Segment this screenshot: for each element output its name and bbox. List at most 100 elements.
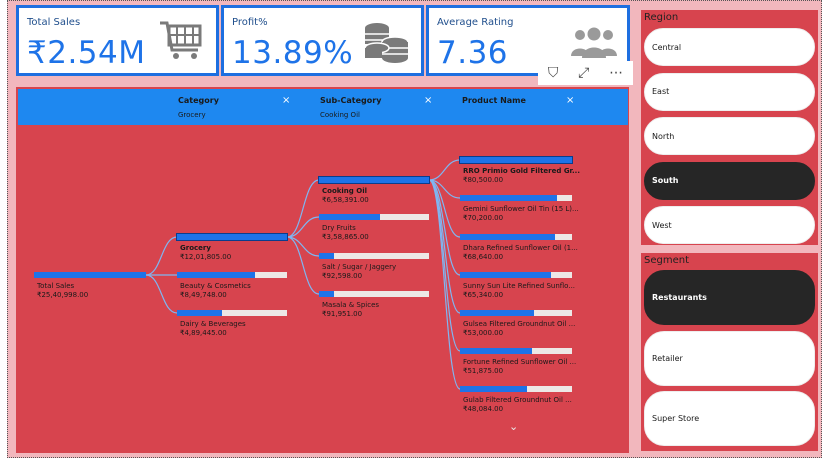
tree-node[interactable]: Salt / Sugar / Jaggery ₹92,598.00 xyxy=(319,253,429,281)
node-bar-fill xyxy=(177,272,255,278)
node-value: ₹68,640.00 xyxy=(463,253,504,261)
tree-node[interactable]: RRO Primio Gold Filtered Gr... ₹80,500.00 xyxy=(459,156,580,185)
node-bar-track xyxy=(319,291,429,297)
node-value: ₹6,58,391.00 xyxy=(322,196,369,204)
node-bar-track xyxy=(319,253,429,259)
node-bar-fill xyxy=(460,386,527,392)
filter-icon[interactable]: ⛉ xyxy=(548,65,559,81)
segment-option[interactable]: Super Store xyxy=(644,391,815,446)
chevron-down-icon[interactable]: ⌄ xyxy=(509,420,518,433)
connector-line xyxy=(286,216,320,238)
node-label: RRO Primio Gold Filtered Gr... xyxy=(463,167,580,175)
node-value: ₹70,200.00 xyxy=(463,214,504,222)
segment-option[interactable]: Retailer xyxy=(644,330,815,386)
tree-node[interactable]: Total Sales ₹25,40,998.00 xyxy=(34,272,146,300)
total-sales-card[interactable]: Total Sales ₹2.54M xyxy=(16,5,219,76)
connector-line xyxy=(428,179,461,314)
focus-mode-icon[interactable]: ⤢ xyxy=(578,65,589,81)
node-bar-track xyxy=(460,195,572,201)
tree-node[interactable]: Dry Fruits ₹3,58,865.00 xyxy=(319,214,429,242)
node-bar-fill xyxy=(177,310,222,316)
node-label: Grocery xyxy=(180,244,211,252)
option-label: North xyxy=(652,131,675,141)
option-label: West xyxy=(652,220,672,230)
decomposition-tree: Category Grocery × Sub-Category Cooking … xyxy=(16,87,629,453)
node-value: ₹53,000.00 xyxy=(463,329,504,337)
node-bar-track xyxy=(34,272,146,278)
node-bar-track xyxy=(460,386,572,392)
node-label: Gulab Filtered Groundnut Oil ... xyxy=(463,396,572,404)
option-label: Super Store xyxy=(652,414,700,423)
node-value: ₹65,340.00 xyxy=(463,291,504,299)
node-bar-track xyxy=(460,348,572,354)
node-label: Dairy & Beverages xyxy=(180,320,246,328)
node-value: ₹8,49,748.00 xyxy=(180,291,227,299)
tree-node[interactable]: Fortune Refined Sunflower Oil ... ₹51,875… xyxy=(460,348,576,376)
node-label: Fortune Refined Sunflower Oil ... xyxy=(463,358,577,366)
region-slicer: Region Central East North South West xyxy=(641,10,818,245)
node-label: Dhara Refined Sunflower Oil (1... xyxy=(463,244,578,252)
tree-node[interactable]: Dairy & Beverages ₹4,89,445.00 xyxy=(177,310,287,338)
profit-card[interactable]: Profit% 13.89% xyxy=(221,5,424,76)
connector-line xyxy=(428,159,461,181)
coins-icon xyxy=(364,23,409,63)
node-label: Gemini Sunflower Oil Tin (15 L)... xyxy=(463,205,579,213)
segment-option[interactable]: Restaurants xyxy=(644,270,815,325)
node-bar-fill xyxy=(177,234,287,240)
tree-node[interactable]: Gulab Filtered Groundnut Oil ... ₹48,084.… xyxy=(460,386,572,414)
connector-line xyxy=(428,179,461,352)
node-bar-fill xyxy=(460,348,532,354)
shopping-cart-icon xyxy=(160,21,202,59)
option-label: Restaurants xyxy=(652,293,707,302)
connector-line xyxy=(145,274,178,314)
connector-line xyxy=(145,236,178,276)
tree-node[interactable]: Masala & Spices ₹91,951.00 xyxy=(319,291,429,319)
node-value: ₹4,89,445.00 xyxy=(180,329,227,337)
node-label: Total Sales xyxy=(37,282,75,290)
node-label: Cooking Oil xyxy=(322,187,367,195)
tree-node[interactable]: Sunny Sun Lite Refined Sunflo... ₹65,340.… xyxy=(460,272,576,300)
node-label: Sunny Sun Lite Refined Sunflo... xyxy=(463,282,576,290)
region-option[interactable]: North xyxy=(644,117,815,155)
tree-node[interactable]: Cooking Oil ₹6,58,391.00 xyxy=(318,176,430,205)
tree-node[interactable]: Dhara Refined Sunflower Oil (1... ₹68,640… xyxy=(460,234,578,262)
node-label: Dry Fruits xyxy=(322,224,356,232)
tree-node[interactable]: Grocery ₹12,01,805.00 xyxy=(176,233,288,262)
card-label: Profit% xyxy=(232,17,268,28)
tree-node[interactable]: Beauty & Cosmetics ₹8,49,748.00 xyxy=(177,272,287,300)
more-options-icon[interactable]: ⋯ xyxy=(609,65,623,81)
node-bar-fill xyxy=(460,195,557,201)
option-label: South xyxy=(652,176,679,185)
node-bar-track xyxy=(460,234,572,240)
people-group-icon xyxy=(571,27,617,58)
node-value: ₹25,40,998.00 xyxy=(37,291,89,299)
node-bar-track xyxy=(319,214,429,220)
node-bar-track xyxy=(177,272,287,278)
node-bar-fill xyxy=(319,253,334,259)
node-bar-track xyxy=(318,176,430,184)
node-value: ₹12,01,805.00 xyxy=(180,253,232,261)
node-bar-track xyxy=(177,310,287,316)
card-value: 7.36 xyxy=(437,35,509,71)
card-value: 13.89% xyxy=(232,35,354,71)
node-bar-fill xyxy=(460,157,572,163)
tree-node[interactable]: Gulsea Filtered Groundnut Oil ... ₹53,000… xyxy=(460,310,576,338)
region-option[interactable]: South xyxy=(644,161,815,200)
node-value: ₹51,875.00 xyxy=(463,367,504,375)
node-bar-fill xyxy=(460,310,534,316)
option-label: Central xyxy=(652,42,682,52)
region-option[interactable]: West xyxy=(644,206,815,244)
node-value: ₹3,58,865.00 xyxy=(322,233,369,241)
node-bar-track xyxy=(460,272,572,278)
node-label: Salt / Sugar / Jaggery xyxy=(322,263,397,271)
node-value: ₹91,951.00 xyxy=(322,310,363,318)
region-option[interactable]: Central xyxy=(644,28,815,66)
node-bar-fill xyxy=(319,177,429,183)
option-label: East xyxy=(652,87,670,96)
region-option[interactable]: East xyxy=(644,72,815,111)
node-bar-track xyxy=(459,156,573,164)
slicer-title: Region xyxy=(644,12,679,23)
tree-node[interactable]: Gemini Sunflower Oil Tin (15 L)... ₹70,20… xyxy=(460,195,579,223)
node-bar-fill xyxy=(34,272,146,278)
node-label: Gulsea Filtered Groundnut Oil ... xyxy=(463,320,576,328)
